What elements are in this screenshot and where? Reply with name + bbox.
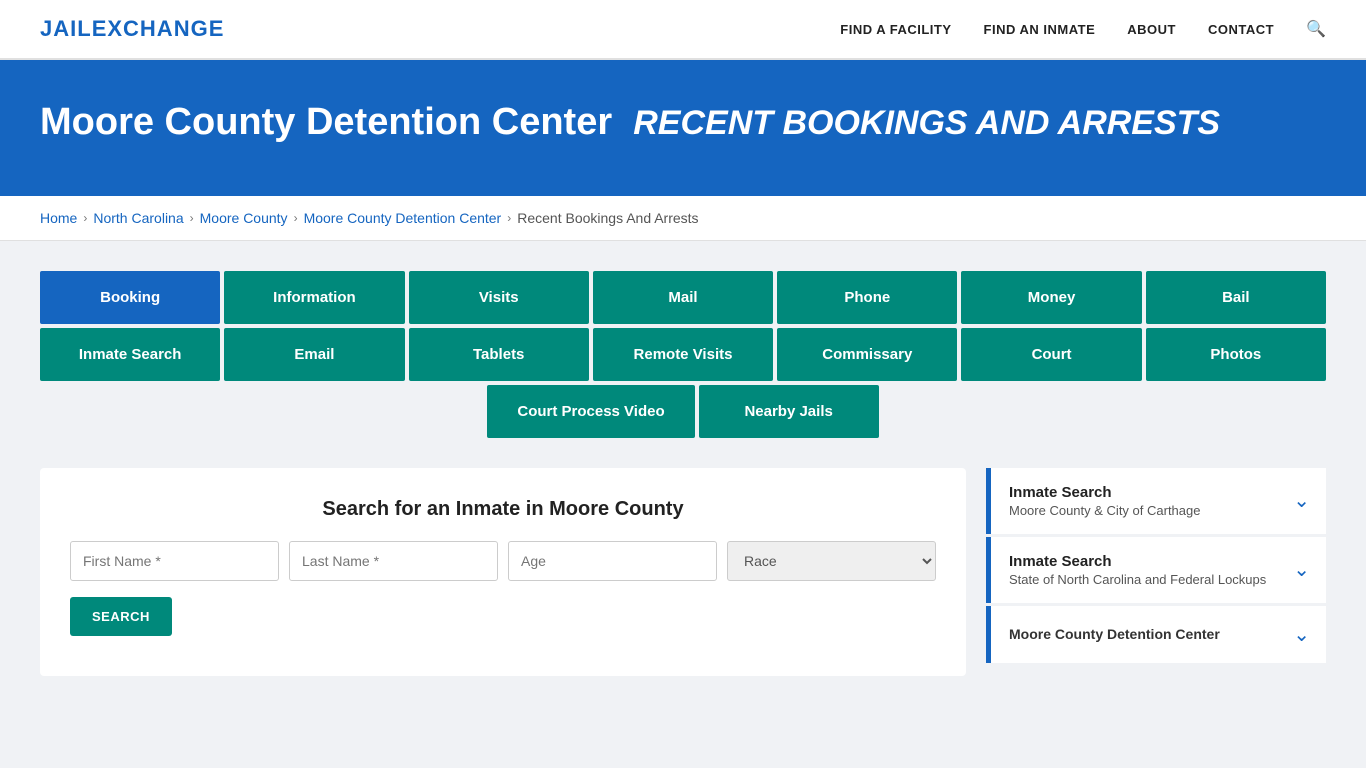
tabs-row3: Court Process Video Nearby Jails [40,385,1326,438]
chevron-down-icon-3: ⌄ [1293,622,1310,647]
nav-find-inmate[interactable]: FIND AN INMATE [984,22,1096,37]
tab-phone[interactable]: Phone [777,271,957,324]
tab-visits[interactable]: Visits [409,271,589,324]
tab-bail[interactable]: Bail [1146,271,1326,324]
tab-court-process-video[interactable]: Court Process Video [487,385,694,438]
search-icon[interactable]: 🔍 [1306,19,1326,39]
breadcrumb-moore-county[interactable]: Moore County [200,210,288,226]
tab-mail[interactable]: Mail [593,271,773,324]
sidebar-item-plain-label: Moore County Detention Center [1009,626,1220,642]
nav-find-facility[interactable]: FIND A FACILITY [840,22,951,37]
chevron-down-icon-2: ⌄ [1293,557,1310,582]
sidebar-item-title-1: Inmate Search [1009,484,1200,501]
last-name-input[interactable] [289,541,498,581]
hero-banner: Moore County Detention Center RECENT BOO… [0,60,1366,196]
main-content: Booking Information Visits Mail Phone Mo… [0,241,1366,706]
header: JAILEXCHANGE FIND A FACILITY FIND AN INM… [0,0,1366,60]
sidebar-item-sub-1: Moore County & City of Carthage [1009,503,1200,518]
tab-nearby-jails[interactable]: Nearby Jails [699,385,879,438]
tab-photos[interactable]: Photos [1146,328,1326,381]
first-name-input[interactable] [70,541,279,581]
breadcrumb-home[interactable]: Home [40,210,77,226]
tab-email[interactable]: Email [224,328,404,381]
sidebar: Inmate Search Moore County & City of Car… [986,468,1326,666]
sidebar-detention-center[interactable]: Moore County Detention Center ⌄ [986,606,1326,663]
nav-about[interactable]: ABOUT [1127,22,1176,37]
logo-exchange: EXCHANGE [92,16,225,41]
tabs-row1: Booking Information Visits Mail Phone Mo… [40,271,1326,324]
breadcrumb-nc[interactable]: North Carolina [93,210,183,226]
breadcrumb-sep-2: › [190,211,194,225]
tab-tablets[interactable]: Tablets [409,328,589,381]
sidebar-inmate-search-2[interactable]: Inmate Search State of North Carolina an… [986,537,1326,603]
age-input[interactable] [508,541,717,581]
tab-commissary[interactable]: Commissary [777,328,957,381]
tab-booking[interactable]: Booking [40,271,220,324]
breadcrumb-mcdc[interactable]: Moore County Detention Center [304,210,502,226]
breadcrumb: Home › North Carolina › Moore County › M… [0,196,1366,241]
search-form-title: Search for an Inmate in Moore County [70,498,936,521]
sidebar-inmate-search-1[interactable]: Inmate Search Moore County & City of Car… [986,468,1326,534]
tab-money[interactable]: Money [961,271,1141,324]
tab-court[interactable]: Court [961,328,1141,381]
search-inputs-row: Race White Black Hispanic Asian Other [70,541,936,581]
logo-jail: JAIL [40,16,92,41]
breadcrumb-sep-4: › [507,211,511,225]
logo[interactable]: JAILEXCHANGE [40,16,224,42]
breadcrumb-sep-1: › [83,211,87,225]
race-select[interactable]: Race White Black Hispanic Asian Other [727,541,936,581]
main-nav: FIND A FACILITY FIND AN INMATE ABOUT CON… [840,19,1326,39]
breadcrumb-sep-3: › [294,211,298,225]
sidebar-item-title-2: Inmate Search [1009,553,1266,570]
tab-inmate-search[interactable]: Inmate Search [40,328,220,381]
tabs-row2: Inmate Search Email Tablets Remote Visit… [40,328,1326,381]
page-title: Moore County Detention Center RECENT BOO… [40,100,1326,146]
breadcrumb-current: Recent Bookings And Arrests [517,210,698,226]
chevron-down-icon-1: ⌄ [1293,488,1310,513]
tab-information[interactable]: Information [224,271,404,324]
tab-remote-visits[interactable]: Remote Visits [593,328,773,381]
search-form: Search for an Inmate in Moore County Rac… [40,468,966,676]
search-button[interactable]: SEARCH [70,597,172,636]
lower-section: Search for an Inmate in Moore County Rac… [40,468,1326,676]
sidebar-item-sub-2: State of North Carolina and Federal Lock… [1009,572,1266,587]
nav-contact[interactable]: CONTACT [1208,22,1274,37]
